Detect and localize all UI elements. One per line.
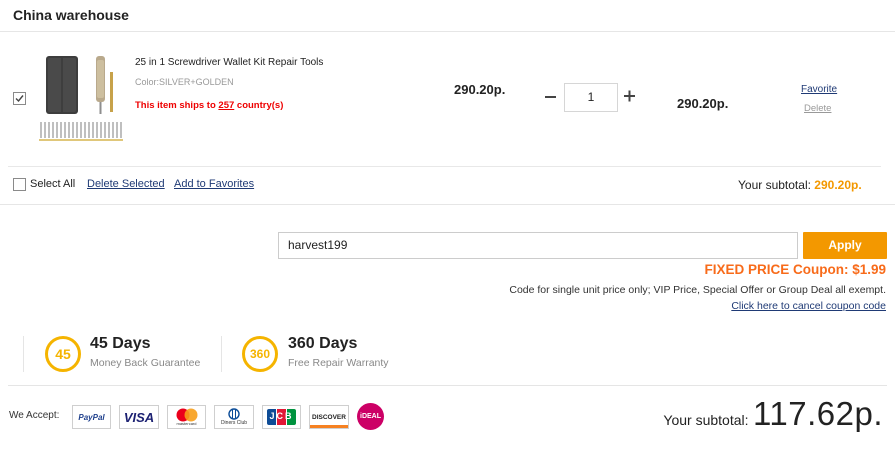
divider — [8, 166, 881, 167]
shipping-notice-suffix: country(s) — [234, 100, 284, 111]
divider — [221, 336, 222, 372]
product-title[interactable]: 25 in 1 Screwdriver Wallet Kit Repair To… — [135, 57, 323, 68]
shipping-notice: This item ships to 257 country(s) — [135, 100, 283, 111]
diners-club-icon: Diners Club — [214, 405, 254, 429]
mastercard-icon: mastercard — [167, 405, 206, 429]
quantity-increase-button[interactable] — [624, 87, 635, 105]
mastercard-text: mastercard — [176, 421, 197, 426]
item-checkbox[interactable] — [13, 92, 26, 105]
warranty-title: 360 Days — [288, 335, 358, 352]
plus-icon — [624, 90, 635, 102]
quantity-decrease-button[interactable] — [545, 88, 556, 106]
coupon-title: FIXED PRICE Coupon: $1.99 — [704, 262, 886, 277]
delete-link[interactable]: Delete — [804, 103, 831, 114]
warehouse-subtotal-label: Your subtotal: — [738, 178, 811, 192]
order-subtotal-value: 117.62p. — [752, 395, 883, 432]
item-total-price: 290.20p. — [677, 96, 729, 111]
money-back-title: 45 Days — [90, 335, 151, 352]
ideal-text: iDEAL — [360, 413, 381, 420]
diners-club-text: Diners Club — [220, 420, 248, 426]
select-all-label[interactable]: Select All — [30, 178, 75, 190]
divider — [23, 336, 24, 372]
order-subtotal: Your subtotal: 117.62p. — [663, 395, 883, 433]
ideal-icon: iDEAL — [357, 403, 384, 430]
money-back-subtitle: Money Back Guarantee — [90, 357, 201, 369]
cancel-coupon-link[interactable]: Click here to cancel coupon code — [731, 300, 886, 312]
divider — [8, 385, 887, 386]
paypal-text: PayPal — [78, 412, 105, 422]
apply-coupon-button[interactable]: Apply — [803, 232, 887, 259]
paypal-icon: PayPal — [72, 405, 111, 429]
add-to-favorites-link[interactable]: Add to Favorites — [174, 178, 254, 190]
favorite-link[interactable]: Favorite — [801, 84, 837, 95]
order-subtotal-label: Your subtotal: — [663, 412, 749, 428]
discover-icon: DISCOVER — [309, 405, 349, 429]
warehouse-title: China warehouse — [13, 7, 129, 23]
visa-icon: VISA — [119, 405, 159, 429]
checkmark-icon — [15, 95, 24, 103]
unit-price: 290.20p. — [454, 82, 506, 97]
coupon-code-input[interactable]: harvest199 — [278, 232, 798, 259]
coupon-note: Code for single unit price only; VIP Pri… — [509, 284, 886, 296]
shipping-notice-prefix: This item ships to — [135, 100, 219, 111]
money-back-badge-icon: 45 — [45, 336, 81, 372]
warehouse-subtotal-value: 290.20p. — [814, 178, 862, 192]
jcb-icon: JCB — [262, 405, 301, 429]
product-image[interactable] — [36, 52, 128, 147]
select-all-checkbox[interactable] — [13, 178, 26, 191]
quantity-input[interactable]: 1 — [564, 83, 618, 112]
we-accept-label: We Accept: — [9, 410, 60, 421]
visa-text: VISA — [123, 409, 155, 425]
discover-text: DISCOVER — [312, 413, 346, 421]
jcb-text: JCB — [269, 411, 294, 421]
warranty-badge-icon: 360 — [242, 336, 278, 372]
minus-icon — [545, 96, 556, 98]
warranty-subtitle: Free Repair Warranty — [288, 357, 389, 369]
product-color: Color:SILVER+GOLDEN — [135, 77, 234, 87]
warehouse-subtotal: Your subtotal: 290.20p. — [738, 178, 862, 192]
shipping-country-count[interactable]: 257 — [218, 100, 234, 111]
delete-selected-link[interactable]: Delete Selected — [87, 178, 165, 190]
